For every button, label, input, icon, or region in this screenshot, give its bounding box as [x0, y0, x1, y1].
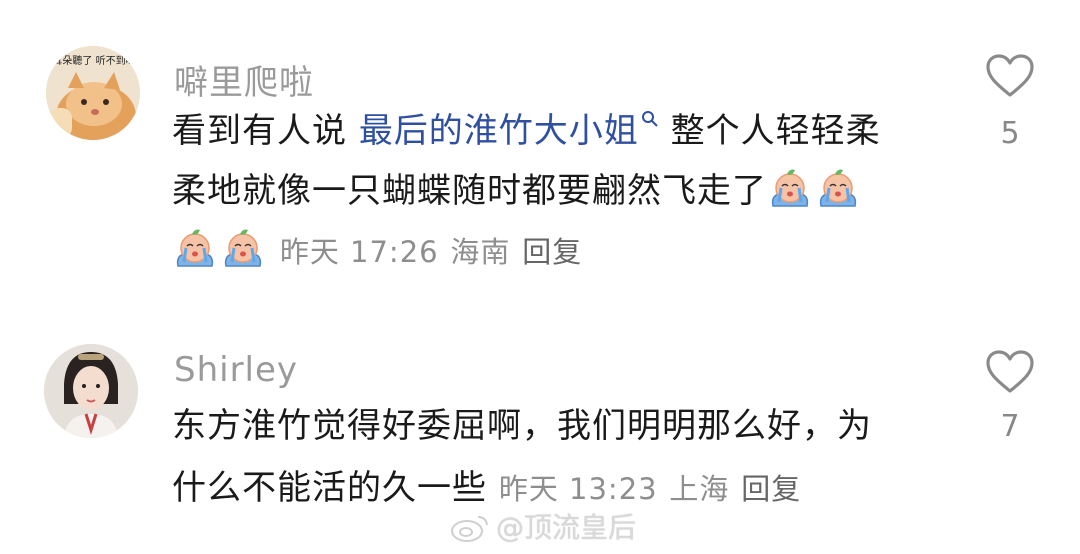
comment-item: 耳朵聽了 听不到哟 噼里爬啦 看到有人说 最后的淮竹大小姐 整个人轻轻柔 柔地就… — [0, 0, 1080, 300]
reply-button[interactable]: 回复 — [741, 472, 801, 506]
crying-peach-emoji — [771, 168, 809, 208]
crying-peach-emoji — [176, 228, 214, 268]
comment-meta-line: 昨天 17:26 海南 回复 — [172, 221, 582, 282]
watermark-text: @顶流皇后 — [496, 511, 637, 544]
comment-text-line: 柔地就像一只蝴蝶随时都要翩然飞走了 — [172, 161, 863, 221]
comment-text: 看到有人说 最后的淮竹大小姐 整个人轻轻柔 — [172, 101, 881, 161]
avatar[interactable]: 耳朵聽了 听不到哟 — [46, 46, 140, 140]
like-count: 5 — [1000, 116, 1020, 151]
comment-text-part: 东方淮竹觉得好委屈啊，我们明明那么好，为 — [172, 406, 872, 446]
comment-text-part: 整个人轻轻柔 — [658, 111, 881, 151]
comment-text-line: 东方淮竹觉得好委屈啊，我们明明那么好，为 — [172, 396, 872, 456]
weibo-logo-icon — [451, 516, 488, 542]
avatar[interactable] — [44, 344, 138, 438]
search-icon — [641, 111, 658, 127]
heart-outline-icon[interactable] — [985, 349, 1035, 395]
comment-text-part: 什么不能活的久一些 — [172, 468, 487, 508]
reply-button[interactable]: 回复 — [522, 235, 582, 269]
username[interactable]: 噼里爬啦 — [174, 55, 314, 104]
woman-avatar-icon — [44, 344, 138, 438]
mention-link[interactable]: 最后的淮竹大小姐 — [359, 111, 659, 151]
mention-text: 最后的淮竹大小姐 — [358, 111, 639, 151]
username[interactable]: Shirley — [174, 350, 298, 390]
comment-text-part: 看到有人说 — [172, 111, 359, 151]
watermark: @顶流皇后 — [450, 506, 636, 546]
crying-peach-emoji — [819, 168, 857, 208]
comment-location: 海南 — [450, 235, 511, 269]
like-count: 7 — [1000, 409, 1020, 444]
comment-location: 上海 — [669, 472, 730, 506]
comment-time: 昨天 17:26 — [279, 235, 439, 269]
crying-peach-emoji — [224, 228, 262, 268]
comment-text-part: 柔地就像一只蝴蝶随时都要翩然飞走了 — [172, 171, 767, 211]
comment-time: 昨天 13:23 — [498, 472, 658, 506]
avatar-caption: 耳朵聽了 听不到哟 — [52, 56, 136, 67]
heart-outline-icon[interactable] — [985, 53, 1035, 99]
